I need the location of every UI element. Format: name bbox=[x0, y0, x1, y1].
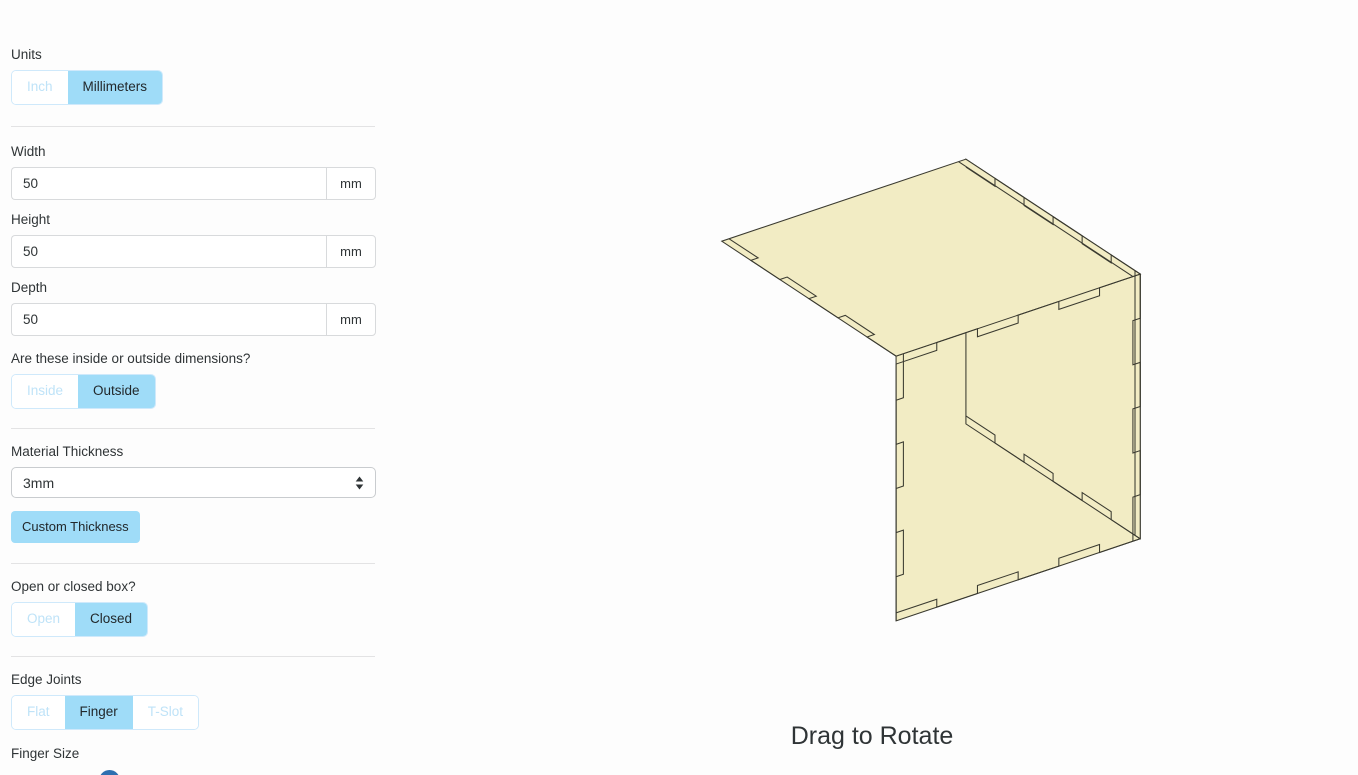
height-unit-addon: mm bbox=[326, 235, 376, 269]
dimension-type-label: Are these inside or outside dimensions? bbox=[11, 351, 251, 367]
box-3d-render[interactable] bbox=[386, 0, 1358, 775]
box-type-toggle-group[interactable]: Open Closed bbox=[11, 602, 149, 637]
box-type-group: Open or closed box? Open Closed bbox=[0, 579, 386, 637]
divider-dimensions bbox=[11, 427, 375, 429]
material-thickness-select-wrap[interactable]: 3mm bbox=[11, 467, 376, 499]
width-input[interactable] bbox=[11, 166, 326, 200]
edge-joint-option-finger[interactable]: Finger bbox=[64, 696, 133, 729]
box-type-label: Open or closed box? bbox=[11, 579, 136, 595]
width-label: Width bbox=[11, 143, 46, 159]
divider-thickness bbox=[11, 563, 375, 565]
dimension-type-toggle-group[interactable]: Inside Outside bbox=[11, 374, 156, 409]
edge-joint-option-flat[interactable]: Flat bbox=[12, 696, 65, 729]
width-group: Width mm bbox=[0, 144, 386, 200]
edge-joints-group: Edge Joints Flat Finger T-Slot bbox=[0, 672, 386, 730]
edge-joints-toggle-group[interactable]: Flat Finger T-Slot bbox=[11, 695, 200, 730]
finger-size-group: Finger Size 15 bbox=[0, 746, 386, 775]
dimension-option-inside[interactable]: Inside bbox=[12, 375, 79, 408]
material-thickness-select[interactable]: 3mm bbox=[11, 467, 376, 499]
finger-size-label: Finger Size bbox=[11, 745, 80, 761]
preview-viewport[interactable]: Drag to Rotate bbox=[386, 0, 1358, 775]
units-group: Units Inch Millimeters bbox=[0, 0, 386, 105]
depth-input-row: mm bbox=[11, 303, 376, 337]
depth-input[interactable] bbox=[11, 303, 326, 337]
edge-joints-label: Edge Joints bbox=[11, 671, 82, 687]
units-label: Units bbox=[11, 47, 42, 62]
drag-to-rotate-label: Drag to Rotate bbox=[790, 722, 954, 750]
material-thickness-group: Material Thickness 3mm bbox=[0, 443, 386, 499]
height-input[interactable] bbox=[11, 235, 326, 269]
custom-thickness-group: Custom Thickness bbox=[0, 511, 386, 544]
divider-box-type bbox=[11, 655, 375, 657]
box-type-option-open[interactable]: Open bbox=[12, 603, 76, 636]
width-unit-addon: mm bbox=[326, 166, 376, 200]
finger-size-slider[interactable] bbox=[11, 769, 221, 775]
width-input-row: mm bbox=[11, 166, 376, 200]
custom-thickness-button[interactable]: Custom Thickness bbox=[11, 511, 140, 544]
settings-sidebar: Units Inch Millimeters Width mm Height m… bbox=[0, 0, 386, 775]
height-label: Height bbox=[11, 211, 51, 227]
dimension-type-group: Are these inside or outside dimensions? … bbox=[0, 351, 386, 409]
units-option-inch[interactable]: Inch bbox=[12, 71, 68, 104]
height-group: Height mm bbox=[0, 211, 386, 269]
finger-size-slider-thumb[interactable] bbox=[99, 769, 121, 775]
box-type-option-closed[interactable]: Closed bbox=[75, 603, 148, 636]
divider-units bbox=[11, 125, 375, 127]
height-input-row: mm bbox=[11, 235, 376, 269]
edge-joint-option-tslot[interactable]: T-Slot bbox=[132, 696, 199, 729]
depth-unit-addon: mm bbox=[326, 303, 376, 337]
units-option-millimeters[interactable]: Millimeters bbox=[67, 71, 163, 104]
depth-group: Depth mm bbox=[0, 280, 386, 337]
app-root: Units Inch Millimeters Width mm Height m… bbox=[0, 0, 1358, 775]
dimension-option-outside[interactable]: Outside bbox=[78, 375, 155, 408]
units-toggle-group[interactable]: Inch Millimeters bbox=[11, 70, 164, 105]
material-thickness-label: Material Thickness bbox=[11, 443, 124, 459]
depth-label: Depth bbox=[11, 280, 48, 296]
